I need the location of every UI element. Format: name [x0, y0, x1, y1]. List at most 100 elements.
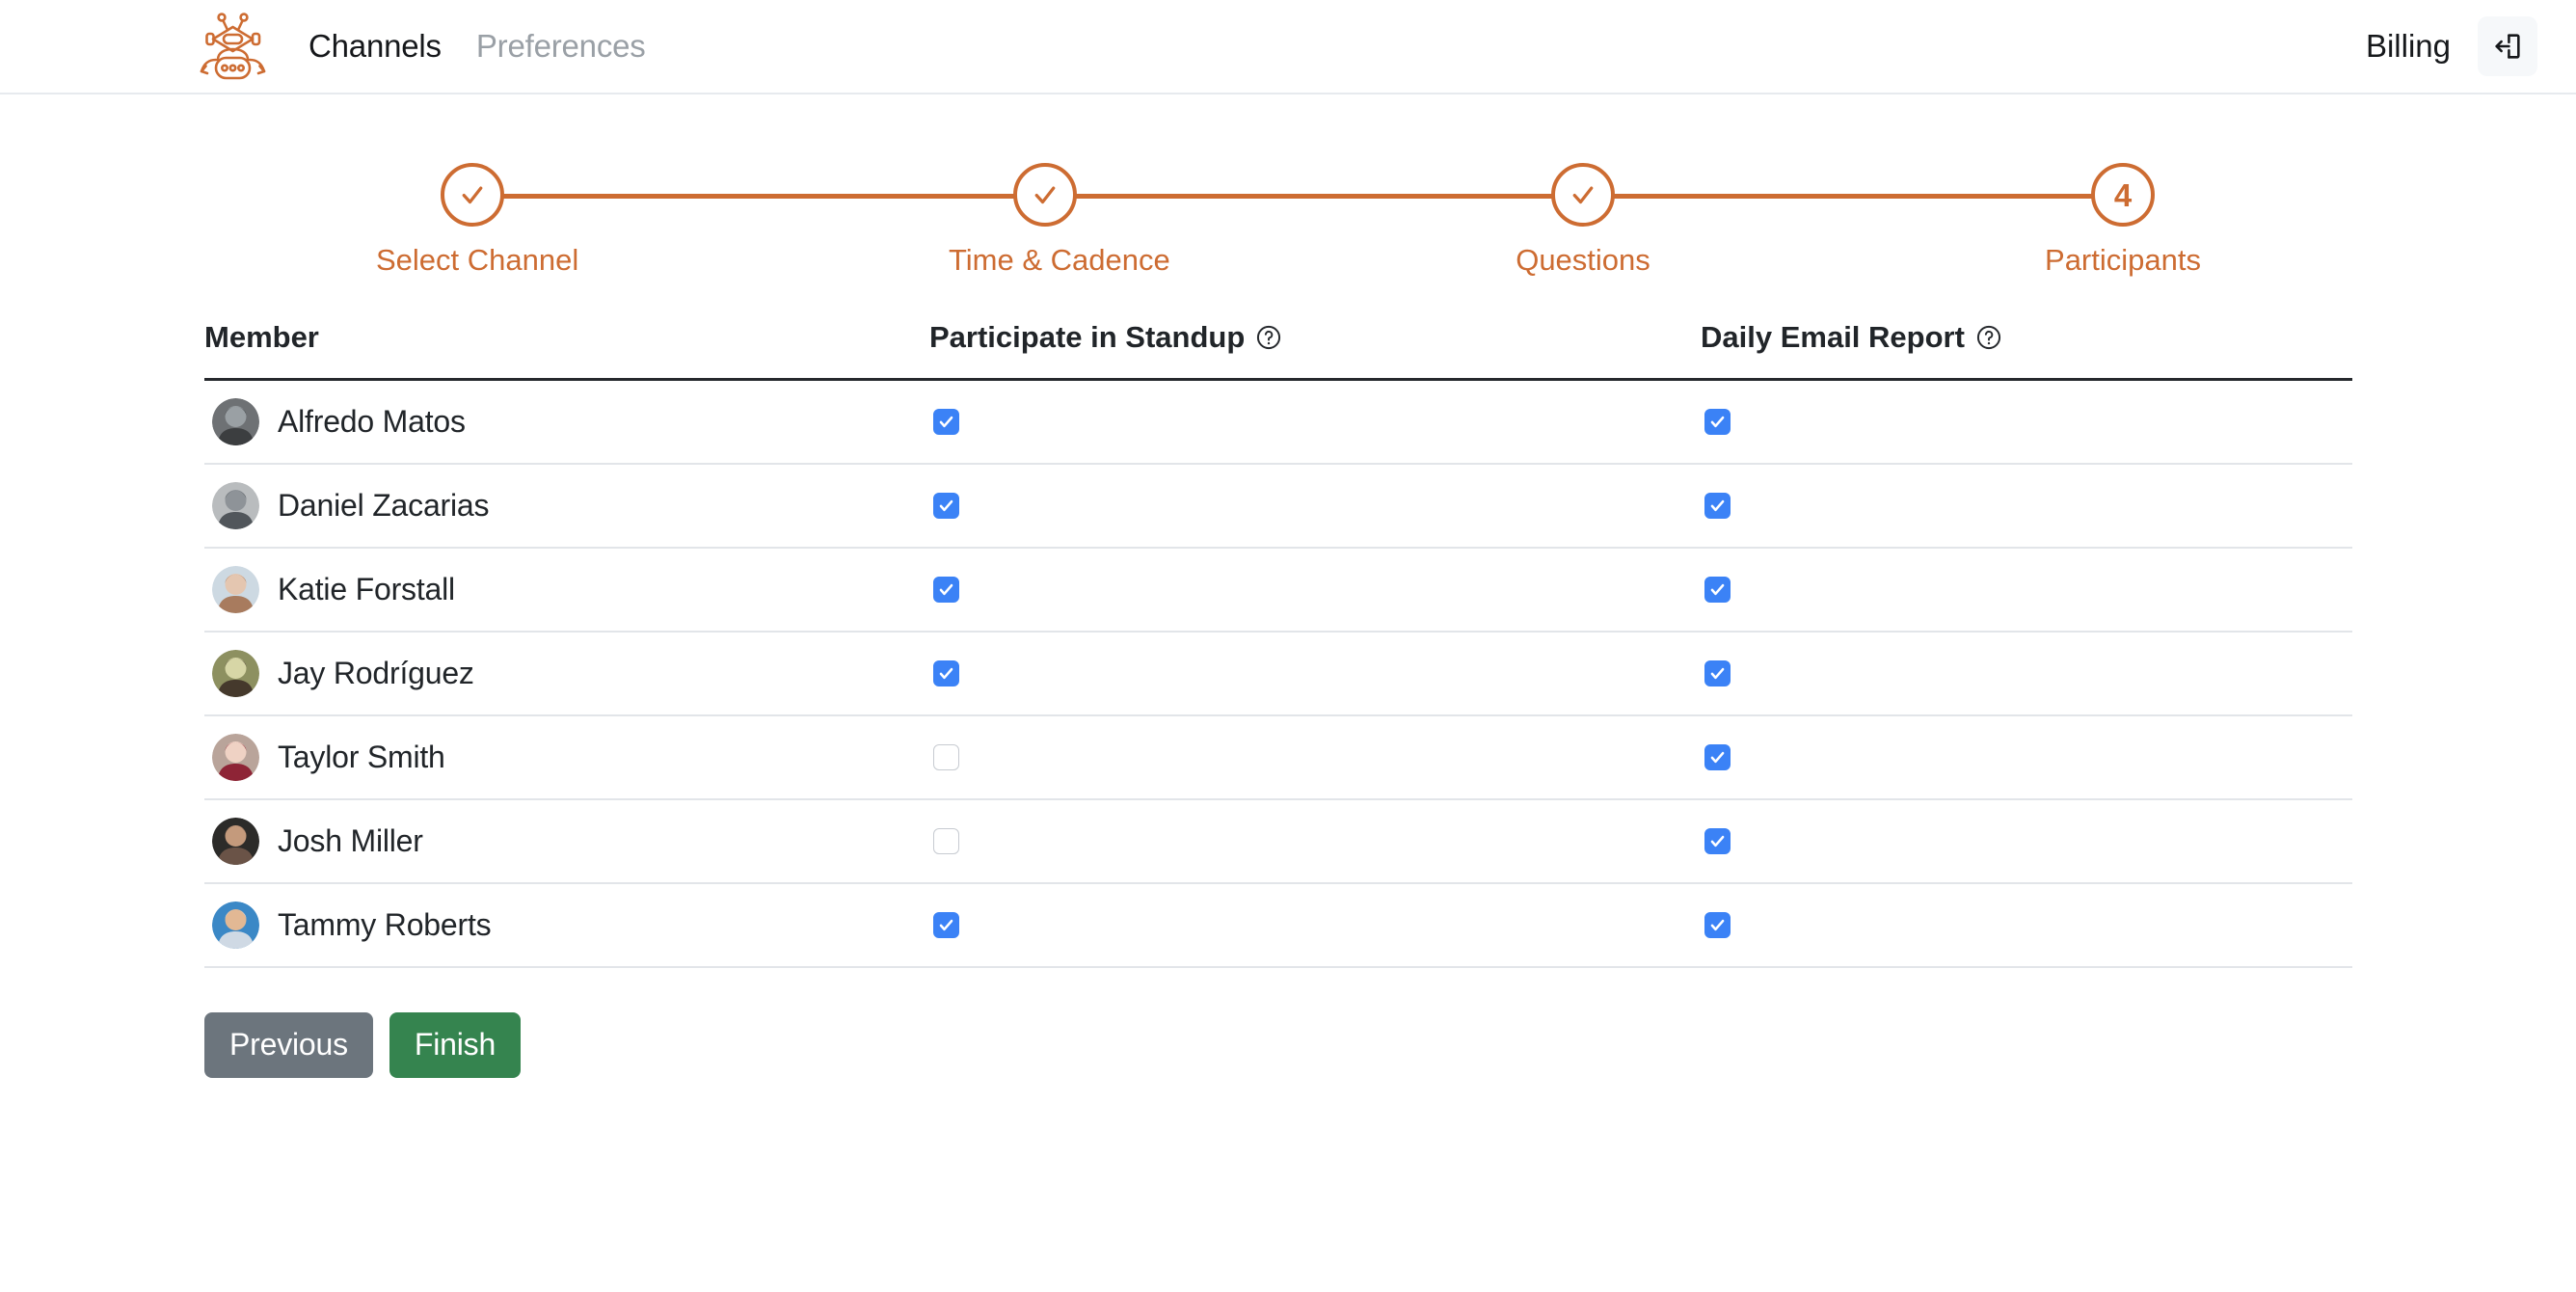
avatar-image: [212, 650, 259, 697]
stepper-label-1: Select Channel: [376, 243, 569, 278]
cell-standup-checkbox: [929, 632, 1701, 715]
checkmark-icon: [1708, 664, 1727, 683]
stepper-step-questions[interactable]: Questions: [1487, 148, 1679, 278]
table-row: Jay Rodríguez: [204, 632, 2352, 715]
cell-member: Taylor Smith: [204, 715, 929, 799]
table-row: Daniel Zacarias: [204, 464, 2352, 548]
cell-member: Jay Rodríguez: [204, 632, 929, 715]
standup-checkbox[interactable]: [933, 744, 959, 770]
wizard-stepper: Select Channel Time & Cadence Questions: [0, 148, 2576, 303]
cell-standup-checkbox: [929, 799, 1701, 883]
billing-link[interactable]: Billing: [2366, 28, 2451, 65]
checkmark-icon: [1708, 580, 1727, 599]
avatar-katie-forstall: [212, 566, 259, 613]
table-row: Tammy Roberts: [204, 883, 2352, 967]
help-circle-icon[interactable]: [1255, 324, 1282, 351]
avatar-taylor-smith: [212, 734, 259, 781]
email-report-checkbox[interactable]: [1704, 828, 1731, 854]
checkmark-icon: [1708, 413, 1727, 431]
stepper-label-2: Time & Cadence: [949, 243, 1141, 278]
standup-checkbox[interactable]: [933, 828, 959, 854]
member-name: Taylor Smith: [278, 740, 445, 775]
check-icon: [458, 180, 487, 209]
column-header-member-label: Member: [204, 320, 319, 354]
table-row: Josh Miller: [204, 799, 2352, 883]
email-report-checkbox[interactable]: [1704, 577, 1731, 603]
member-name: Alfredo Matos: [278, 404, 466, 440]
checkmark-icon: [1708, 748, 1727, 767]
member-name: Daniel Zacarias: [278, 488, 489, 524]
avatar-daniel-zacarias: [212, 482, 259, 529]
member-name: Tammy Roberts: [278, 907, 491, 943]
stepper-step-participants[interactable]: 4 Participants: [2026, 148, 2219, 278]
stepper-circle-1[interactable]: [441, 163, 504, 227]
checkmark-icon: [937, 580, 955, 599]
cell-standup-checkbox: [929, 883, 1701, 967]
email-report-checkbox[interactable]: [1704, 660, 1731, 686]
stepper-circle-2[interactable]: [1013, 163, 1077, 227]
robot-logo-icon: [189, 10, 278, 83]
avatar-image: [212, 566, 259, 613]
nav-link-preferences[interactable]: Preferences: [476, 28, 646, 65]
nav-link-channels[interactable]: Channels: [309, 28, 442, 65]
stepper-circle-3[interactable]: [1551, 163, 1615, 227]
avatar-image: [212, 398, 259, 445]
wizard-actions: Previous Finish: [204, 1012, 2576, 1078]
avatar-josh-miller: [212, 818, 259, 865]
cell-email-checkbox: [1701, 883, 2352, 967]
table-body: Alfredo Matos Daniel Zacarias Katie Forsta…: [204, 380, 2352, 967]
column-header-member: Member: [204, 320, 929, 380]
member-name: Katie Forstall: [278, 572, 455, 607]
help-circle-icon[interactable]: [1975, 324, 2002, 351]
standup-checkbox[interactable]: [933, 409, 959, 435]
cell-email-checkbox: [1701, 548, 2352, 632]
logout-icon: [2491, 30, 2524, 63]
cell-standup-checkbox: [929, 380, 1701, 464]
checkmark-icon: [1708, 916, 1727, 934]
standup-checkbox[interactable]: [933, 660, 959, 686]
main-nav: Channels Preferences: [309, 28, 646, 65]
cell-member: Daniel Zacarias: [204, 464, 929, 548]
cell-email-checkbox: [1701, 464, 2352, 548]
cell-email-checkbox: [1701, 799, 2352, 883]
logout-button[interactable]: [2478, 16, 2537, 76]
previous-button[interactable]: Previous: [204, 1012, 373, 1078]
check-icon: [1031, 180, 1060, 209]
stepper-step-select-channel[interactable]: Select Channel: [376, 148, 569, 278]
checkmark-icon: [937, 664, 955, 683]
robot-logo[interactable]: [189, 10, 278, 83]
cell-member: Alfredo Matos: [204, 380, 929, 464]
member-name: Jay Rodríguez: [278, 656, 474, 691]
checkmark-icon: [1708, 832, 1727, 850]
participants-table-container: Member Participate in Standup: [204, 320, 2352, 968]
email-report-checkbox[interactable]: [1704, 493, 1731, 519]
stepper-connector-line: [472, 194, 2123, 199]
page-content: Select Channel Time & Cadence Questions: [0, 148, 2576, 1078]
finish-button[interactable]: Finish: [389, 1012, 521, 1078]
cell-member: Josh Miller: [204, 799, 929, 883]
checkmark-icon: [937, 497, 955, 515]
avatar-image: [212, 818, 259, 865]
column-header-email: Daily Email Report: [1701, 320, 2352, 380]
cell-email-checkbox: [1701, 380, 2352, 464]
table-row: Katie Forstall: [204, 548, 2352, 632]
standup-checkbox[interactable]: [933, 493, 959, 519]
column-header-standup: Participate in Standup: [929, 320, 1701, 380]
email-report-checkbox[interactable]: [1704, 409, 1731, 435]
stepper-step-time-cadence[interactable]: Time & Cadence: [949, 148, 1141, 278]
avatar-image: [212, 902, 259, 949]
cell-member: Tammy Roberts: [204, 883, 929, 967]
cell-standup-checkbox: [929, 464, 1701, 548]
checkmark-icon: [937, 916, 955, 934]
standup-checkbox[interactable]: [933, 577, 959, 603]
avatar-image: [212, 482, 259, 529]
checkmark-icon: [937, 413, 955, 431]
topbar-right-group: Billing: [2366, 16, 2537, 76]
stepper-circle-4[interactable]: 4: [2091, 163, 2155, 227]
table-header-row: Member Participate in Standup: [204, 320, 2352, 380]
email-report-checkbox[interactable]: [1704, 912, 1731, 938]
column-header-email-label: Daily Email Report: [1701, 320, 1965, 355]
table-row: Taylor Smith: [204, 715, 2352, 799]
standup-checkbox[interactable]: [933, 912, 959, 938]
email-report-checkbox[interactable]: [1704, 744, 1731, 770]
